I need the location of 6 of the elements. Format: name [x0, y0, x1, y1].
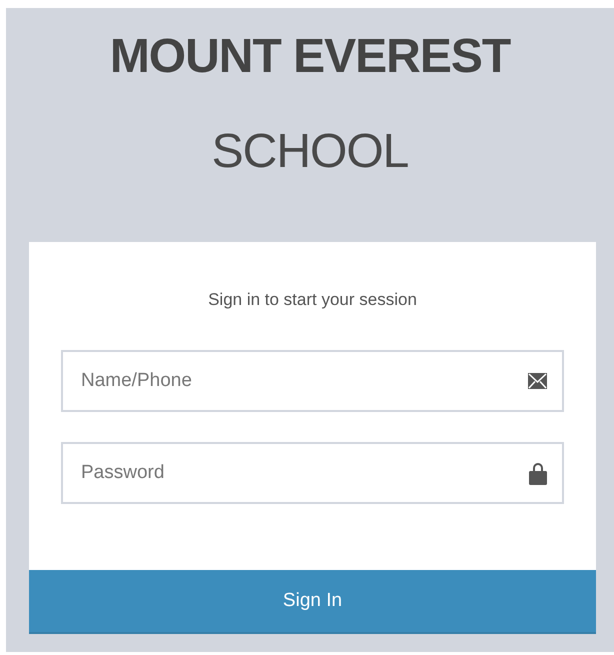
login-message: Sign in to start your session: [207, 290, 418, 310]
school-subtitle: SCHOOL: [212, 124, 408, 180]
name-field[interactable]: Name/Phone: [61, 350, 564, 412]
school-name: MOUNT EVEREST: [110, 29, 510, 85]
sign-in-button[interactable]: Sign In: [29, 570, 596, 634]
password-field[interactable]: Password: [61, 442, 564, 504]
